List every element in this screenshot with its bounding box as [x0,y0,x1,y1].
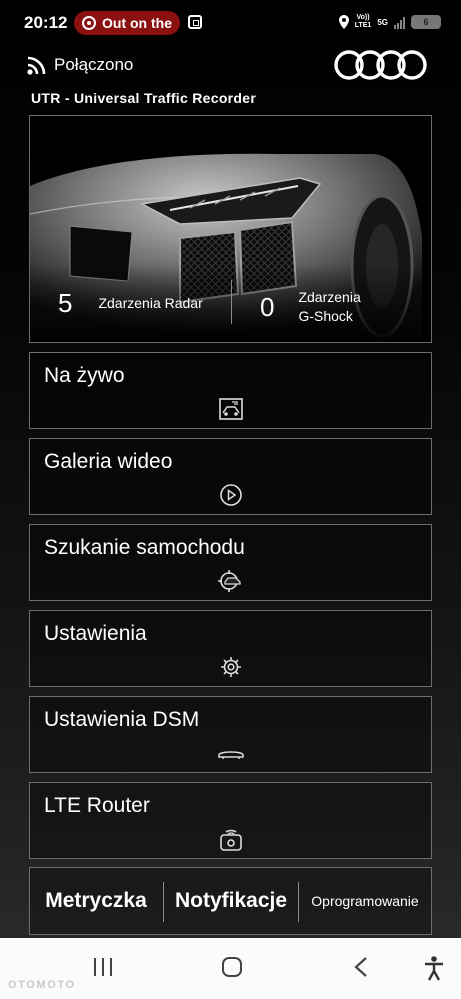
hero-panel: 5 Zdarzenia Radar 0 Zdarzenia G-Shock [29,115,432,343]
menu-live[interactable]: Na żywo [29,352,432,429]
menu-video-gallery[interactable]: Galeria wideo [29,438,432,515]
menu-car-search[interactable]: Szukanie samochodu [29,524,432,601]
recent-apps-icon[interactable] [92,955,114,979]
menu-lte-router[interactable]: LTE Router [29,782,432,859]
dsm-device-icon [218,751,244,759]
menu-label: Galeria wideo [44,450,173,473]
volte-indicator: Vo)) LTE1 [354,14,372,29]
radar-count: 5 [58,288,73,318]
menu-label: LTE Router [44,794,150,817]
menu-label: Ustawienia DSM [44,708,200,731]
menu-label: Na żywo [44,364,125,387]
record-icon [82,16,96,30]
tab-oprogramowanie[interactable]: Oprogramowanie [299,868,431,934]
connection-status: Połączono [26,54,133,76]
menu-label: Szukanie samochodu [44,536,245,559]
gshock-events[interactable]: 0 Zdarzenia G-Shock [260,288,361,326]
location-icon [338,15,349,29]
back-icon[interactable] [350,955,372,979]
connection-label: Połączono [54,55,134,74]
radar-events[interactable]: 5 Zdarzenia Radar [58,288,203,319]
audi-logo [334,50,427,80]
router-icon [220,829,242,851]
tab-label: Oprogramowanie [311,893,419,909]
battery-level: 6 [423,17,429,27]
gshock-label: Zdarzenia G-Shock [298,289,361,324]
pill-text: Out on the [102,15,172,31]
menu-settings[interactable]: Ustawienia [29,610,432,687]
recording-pill[interactable]: Out on the [74,11,180,35]
signal-icon [394,16,405,29]
stat-divider [231,280,232,324]
status-bar: 20:12 Out on the Vo)) LTE1 5G 6 [0,0,461,46]
gear-icon [221,657,241,677]
menu-dsm-settings[interactable]: Ustawienia DSM [29,696,432,773]
battery-icon: 6 [411,15,441,29]
network-type: 5G [377,17,388,27]
tab-label: Metryczka [45,889,147,912]
live-view-icon [219,398,243,420]
tab-notyfikacje[interactable]: Notyfikacje [164,868,298,934]
wifi-connected-icon [27,56,46,75]
accessibility-icon[interactable] [423,955,445,981]
gshock-count: 0 [260,291,275,322]
car-search-icon [218,570,241,592]
menu-label: Ustawienia [44,622,147,645]
screenshot-icon [188,15,202,29]
radar-label: Zdarzenia Radar [98,295,203,311]
tab-label: Notyfikacje [174,889,288,912]
status-time: 20:12 [24,13,68,32]
watermark: OTOMOTO [8,979,76,991]
play-icon [220,484,242,506]
bottom-tabs: Metryczka Notyfikacje Oprogramowanie [29,867,432,935]
tab-metryczka[interactable]: Metryczka [30,868,162,934]
app-title: UTR - Universal Traffic Recorder [31,90,257,106]
home-icon[interactable] [220,955,244,979]
